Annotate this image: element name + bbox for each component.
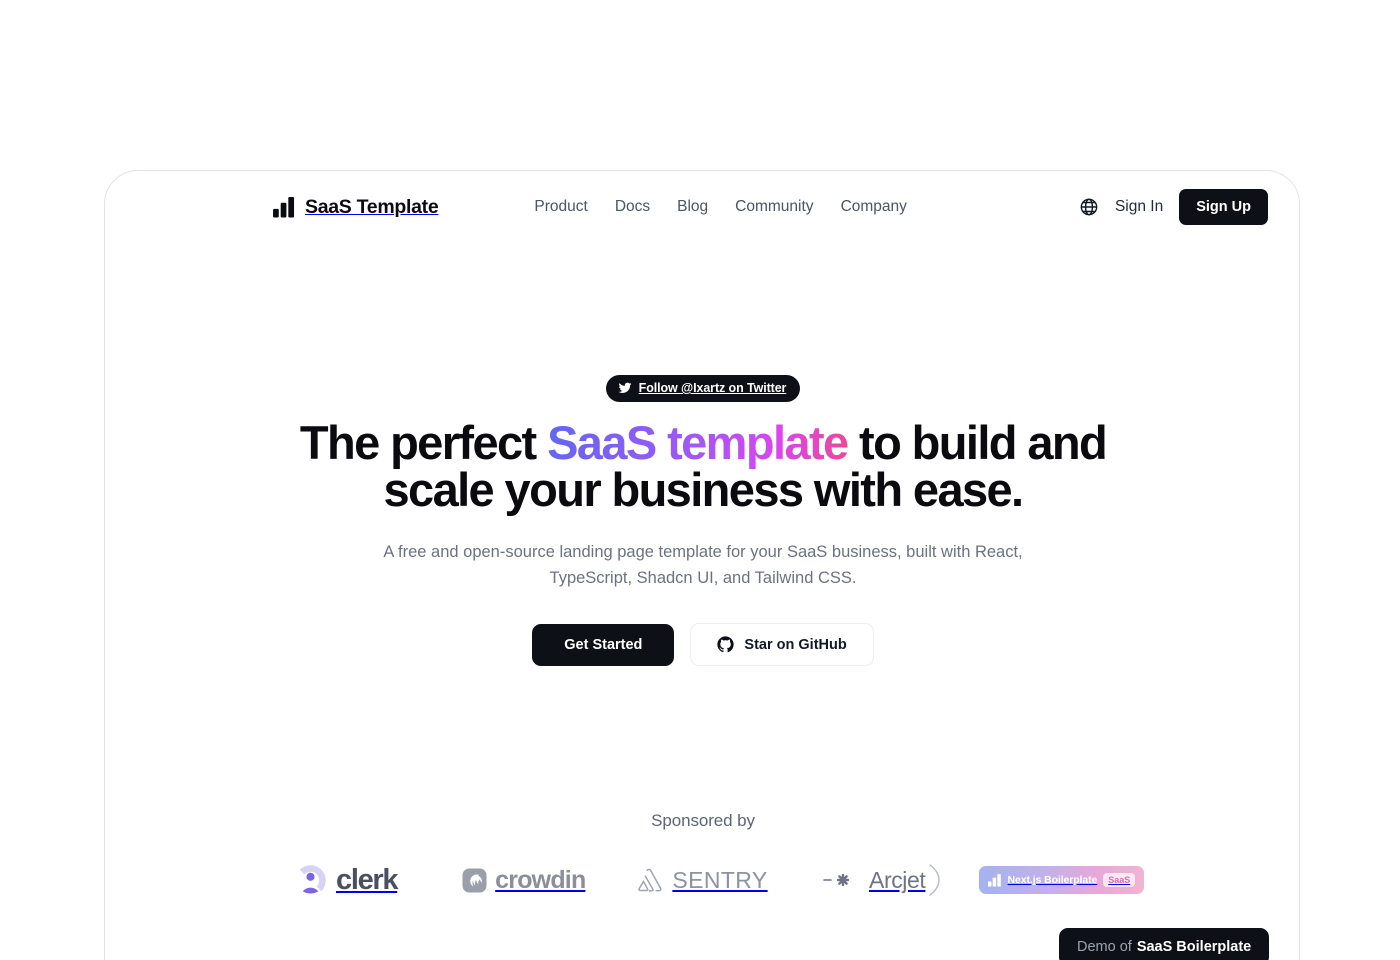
sponsor-nextjs-boilerplate[interactable]: Next.js Boilerplate SaaS	[972, 857, 1151, 903]
sponsor-crowdin[interactable]: crowdin	[434, 857, 613, 903]
arcjet-logo: Arcjet	[821, 863, 943, 897]
primary-navigation: Product Docs Blog Community Company	[534, 199, 907, 215]
sign-up-button[interactable]: Sign Up	[1179, 189, 1268, 225]
star-on-github-button[interactable]: Star on GitHub	[690, 623, 874, 667]
crowdin-logo-icon	[462, 867, 487, 893]
site-header: SaaS Template Product Docs Blog Communit…	[105, 171, 1299, 243]
sponsor-clerk[interactable]: clerk	[255, 857, 434, 903]
sentry-logo: SENTRY	[638, 867, 767, 894]
sentry-logo-icon	[638, 868, 662, 892]
sponsors-title: Sponsored by	[651, 811, 755, 830]
arcjet-arc-icon	[929, 864, 941, 896]
clerk-wordmark: clerk	[335, 863, 399, 896]
nav-link-community[interactable]: Community	[735, 199, 813, 215]
bar-chart-icon	[273, 196, 295, 218]
hero-subheadline: A free and open-source landing page temp…	[383, 543, 1023, 588]
nav-link-docs[interactable]: Docs	[615, 199, 650, 215]
nextjs-boilerplate-label: Next.js Boilerplate	[1007, 874, 1098, 886]
nav-link-company[interactable]: Company	[841, 199, 907, 215]
nextjs-boilerplate-pill: SaaS	[1103, 873, 1136, 887]
clerk-logo: clerk	[292, 862, 399, 899]
globe-icon[interactable]	[1079, 197, 1099, 217]
twitter-follow-badge-label: Follow @Ixartz on Twitter	[638, 381, 787, 395]
hero-section: Follow @Ixartz on Twitter The perfect Sa…	[105, 243, 1299, 667]
sponsor-arcjet[interactable]: Arcjet	[793, 857, 972, 903]
get-started-button[interactable]: Get Started	[532, 623, 675, 666]
demo-banner-prefix: Demo of	[1077, 939, 1132, 955]
demo-banner[interactable]: Demo of SaaS Boilerplate	[1059, 928, 1270, 960]
header-actions: Sign In Sign Up	[1079, 189, 1268, 225]
sponsor-sentry[interactable]: SENTRY	[613, 857, 792, 903]
sentry-wordmark: SENTRY	[672, 866, 768, 893]
arcjet-logo-icon	[823, 873, 850, 887]
arcjet-wordmark: Arcjet	[869, 866, 926, 893]
star-on-github-label: Star on GitHub	[744, 636, 847, 653]
page-root: SaaS Template Product Docs Blog Communit…	[0, 0, 1400, 960]
nextjs-boilerplate-badge: Next.js Boilerplate SaaS	[978, 866, 1145, 894]
sign-in-link[interactable]: Sign In	[1115, 198, 1163, 216]
page-title: The perfect SaaS template to build and s…	[263, 419, 1143, 513]
nav-link-blog[interactable]: Blog	[677, 199, 708, 215]
headline-part-1: The perfect	[299, 416, 548, 469]
demo-banner-name: SaaS Boilerplate	[1136, 939, 1252, 955]
hero-cta-group: Get Started Star on GitHub	[105, 623, 1299, 667]
sponsor-logo-row: clerk crowdin SENTRY Arcjet Next.js Boil…	[105, 857, 1299, 903]
sponsors-section: Sponsored by clerk crowdin SENTRY Arcjet…	[105, 811, 1299, 903]
github-icon	[717, 636, 735, 653]
twitter-follow-badge[interactable]: Follow @Ixartz on Twitter	[605, 375, 801, 402]
bar-chart-icon	[987, 873, 1001, 887]
crowdin-logo: crowdin	[462, 865, 586, 895]
headline-gradient-text: SaaS template	[547, 416, 849, 469]
nav-link-product[interactable]: Product	[534, 199, 587, 215]
crowdin-wordmark: crowdin	[495, 865, 586, 894]
twitter-bird-icon	[618, 382, 632, 394]
brand-name: SaaS Template	[305, 195, 439, 218]
clerk-logo-icon	[299, 864, 326, 894]
brand-logo-link[interactable]: SaaS Template	[273, 195, 439, 219]
landing-page-preview-card: SaaS Template Product Docs Blog Communit…	[104, 170, 1300, 960]
